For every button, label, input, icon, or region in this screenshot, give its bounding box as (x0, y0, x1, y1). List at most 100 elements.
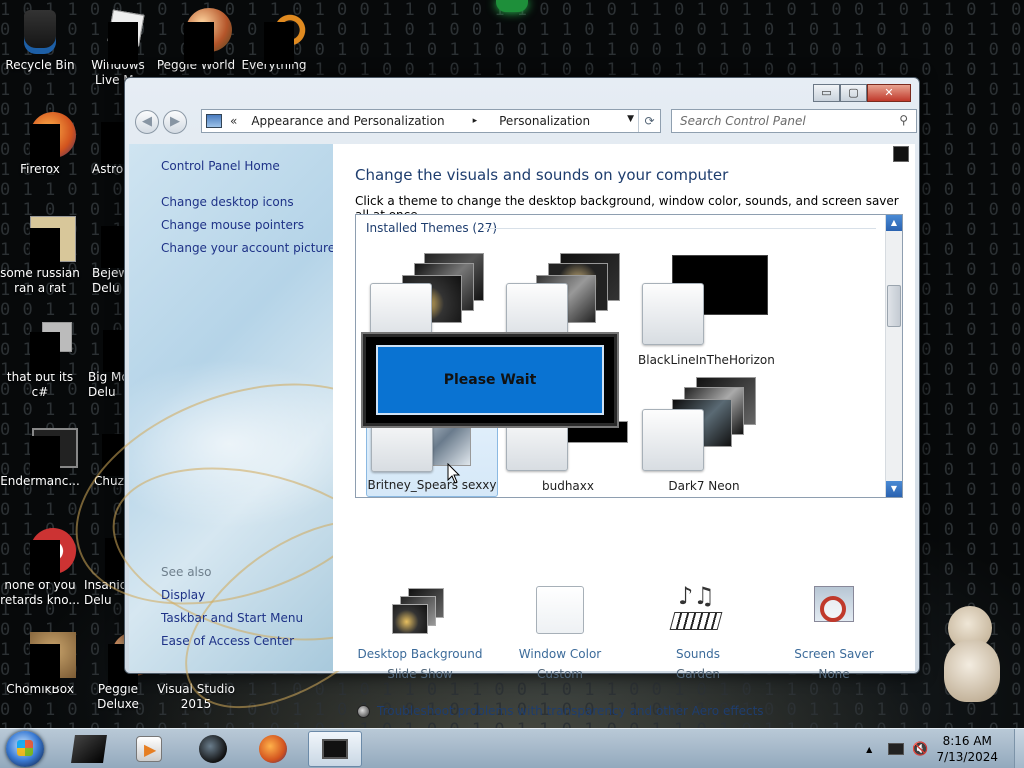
breadcrumb-personalization[interactable]: Personalization (499, 114, 590, 128)
chomikbox-icon (16, 632, 76, 686)
screen-saver-value: None (818, 667, 850, 681)
sounds-value: Garden (676, 667, 720, 681)
personalization-window[interactable]: ▭ ▢ ✕ ◀ ▶ « Appearance and Personalizati… (45, 77, 920, 746)
forward-arrow-icon: ▶ (170, 114, 180, 129)
desktop-icon-none-of-you[interactable]: none of you retards kno... (0, 528, 80, 608)
see-also-label: See also (161, 565, 212, 579)
sounds-title: Sounds (675, 647, 721, 661)
desktop-icon-that-but-its-csharp[interactable]: that but its c# (0, 320, 80, 400)
show-desktop-button[interactable] (1014, 729, 1024, 768)
desktop-icon-everything[interactable]: Everything (234, 8, 314, 73)
desktop-background-title: Desktop Background (357, 647, 483, 661)
recycle-bin-icon (16, 8, 64, 56)
control-panel-icon (206, 114, 222, 128)
start-button[interactable] (6, 731, 44, 767)
taskbar-media-player[interactable]: ▶ (122, 731, 176, 767)
search-icon[interactable]: ⚲ (899, 113, 908, 127)
breadcrumb-separator-icon[interactable]: ▸ (473, 116, 478, 126)
troubleshoot-icon (357, 704, 370, 718)
address-bar[interactable]: « Appearance and Personalization ▸ Perso… (201, 109, 661, 133)
clock-time: 8:16 AM (942, 734, 992, 748)
refresh-icon[interactable]: ⟳ (638, 110, 660, 132)
desktop-icon-recycle-bin[interactable]: Recycle Bin (0, 8, 80, 73)
taskbar-start-menu-link[interactable]: Taskbar and Start Menu (161, 611, 303, 625)
document-icon (16, 424, 78, 478)
desktop-icon-chomikbox[interactable]: ChomikBox (0, 632, 80, 697)
breadcrumb-overflow[interactable]: « (230, 114, 237, 128)
group-divider (484, 228, 876, 229)
navigation-bar: ◀ ▶ « Appearance and Personalization ▸ P… (133, 108, 917, 136)
aero-troubleshoot-text: Troubleshoot problems with transparency … (377, 704, 764, 718)
taskbar-globe[interactable] (186, 731, 240, 767)
mouse-cursor-icon (447, 463, 461, 484)
search-input[interactable]: Search Control Panel ⚲ (671, 109, 917, 133)
back-button[interactable]: ◀ (135, 110, 159, 134)
change-mouse-pointers-link[interactable]: Change mouse pointers (161, 218, 304, 232)
screen-saver-setting[interactable]: Screen Saver None (769, 586, 899, 684)
scroll-up-icon[interactable]: ▲ (886, 215, 902, 231)
windows-live-mail-icon (94, 8, 145, 64)
window-color-icon (530, 586, 590, 636)
everything-icon (250, 8, 312, 64)
breadcrumb-appearance[interactable]: Appearance and Personalization (251, 114, 444, 128)
windows-logo-icon (17, 740, 33, 756)
desktop-icon-peggle-world[interactable]: Peggle World (156, 8, 236, 73)
window-color-setting[interactable]: Window Color Custom (495, 586, 625, 684)
search-placeholder: Search Control Panel (680, 114, 806, 128)
help-icon[interactable] (893, 146, 909, 162)
folder-icon (16, 320, 72, 374)
app-icon (16, 528, 76, 582)
task-pane: Control Panel Home Change desktop icons … (45, 144, 446, 746)
desktop-background-value: Slide Show (387, 667, 453, 681)
taskbar-app-1[interactable] (62, 731, 116, 767)
desktop-icon-windows-live-mail[interactable]: Windows Live Ma (78, 8, 158, 88)
page-title: Change the visuals and sounds on your co… (355, 166, 729, 184)
media-player-icon: ▶ (136, 736, 162, 762)
globe-icon (199, 735, 227, 763)
desktop-icon-endermanch[interactable]: Endermanc... (0, 424, 80, 489)
clock[interactable]: 8:16 AM 7/13/2024 (936, 733, 998, 765)
screen-saver-title: Screen Saver (794, 647, 874, 661)
close-button[interactable]: ✕ (867, 84, 911, 102)
themes-scrollbar[interactable]: ▲ ▼ (885, 215, 902, 497)
clock-date: 7/13/2024 (936, 750, 998, 764)
taskbar-firefox[interactable] (246, 731, 300, 767)
taskbar-control-panel[interactable] (308, 731, 362, 767)
firefox-icon (16, 112, 76, 166)
control-panel-home-link[interactable]: Control Panel Home (161, 159, 280, 173)
desktop-icon-firefox[interactable]: Firefox (0, 112, 80, 177)
hamster-gadget[interactable] (940, 606, 1006, 706)
change-desktop-icons-link[interactable]: Change desktop icons (161, 195, 294, 209)
taskbar: ▶ ▲ 🔇 8:16 AM 7/13/2024 (0, 728, 1024, 768)
please-wait-message: Please Wait (376, 345, 604, 415)
scroll-thumb[interactable] (887, 285, 901, 327)
theme-item-dark7-neon[interactable]: Dark7 Neon (638, 371, 770, 497)
aero-troubleshoot-link[interactable]: Troubleshoot problems with transparency … (357, 704, 764, 718)
maximize-button[interactable]: ▢ (840, 84, 867, 102)
network-icon[interactable] (888, 743, 905, 755)
caption-buttons: ▭ ▢ ✕ (813, 84, 911, 102)
desktop-icon-russian-rat[interactable]: some russian ran a rat (0, 216, 80, 296)
desktop-background-setting[interactable]: Desktop Background Slide Show (355, 586, 485, 684)
show-hidden-icons[interactable]: ▲ (866, 745, 872, 754)
ease-of-access-link[interactable]: Ease of Access Center (161, 634, 294, 648)
control-panel-icon (322, 739, 348, 759)
display-link[interactable]: Display (161, 588, 205, 602)
forward-button[interactable]: ▶ (163, 110, 187, 134)
please-wait-dialog: Please Wait (363, 334, 617, 426)
change-account-picture-link[interactable]: Change your account picture (161, 241, 335, 255)
back-arrow-icon: ◀ (142, 114, 152, 129)
theme-item-blacklineinthehorizon[interactable]: BlackLineInTheHorizon (638, 245, 775, 371)
minimize-button[interactable]: ▭ (813, 84, 840, 102)
scroll-down-icon[interactable]: ▼ (886, 481, 902, 497)
address-dropdown-icon[interactable]: ▼ (627, 114, 634, 124)
theme-color-swatch (642, 283, 704, 345)
window-color-title: Window Color (518, 647, 602, 661)
sounds-setting[interactable]: ♪♫ Sounds Garden (633, 584, 763, 684)
volume-icon[interactable]: 🔇 (912, 742, 928, 757)
app-icon (16, 216, 76, 270)
peggle-icon (172, 8, 232, 64)
desktop-background-icon (390, 586, 450, 636)
window-color-value: Custom (537, 667, 583, 681)
theme-color-swatch (642, 409, 704, 471)
